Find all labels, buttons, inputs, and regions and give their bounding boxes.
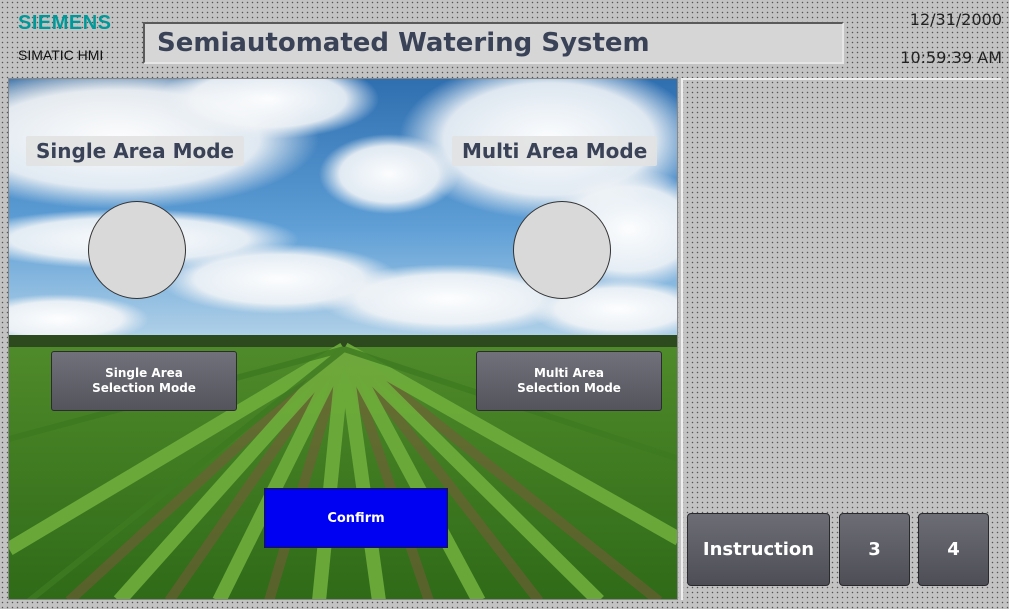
screen-4-button[interactable]: 4: [918, 513, 989, 586]
brand-subtitle: SIMATIC HMI: [18, 47, 104, 63]
brand-name: SIEMENS: [18, 12, 112, 34]
date-display: 12/31/2000: [909, 10, 1002, 29]
single-area-selection-mode-button[interactable]: Single Area Selection Mode: [51, 351, 237, 411]
multi-area-status-indicator: [513, 201, 611, 299]
single-area-mode-label: Single Area Mode: [26, 136, 245, 166]
siemens-logo: SIEMENS SIMATIC HMI: [18, 12, 130, 68]
title-bar: Semiautomated Watering System: [143, 22, 844, 64]
page-title: Semiautomated Watering System: [157, 28, 650, 58]
screen-3-button[interactable]: 3: [839, 513, 910, 586]
single-area-status-indicator: [88, 201, 186, 299]
instruction-button[interactable]: Instruction: [687, 513, 830, 586]
time-display: 10:59:39 AM: [900, 48, 1002, 67]
multi-area-mode-label: Multi Area Mode: [452, 136, 658, 166]
confirm-button[interactable]: Confirm: [264, 488, 448, 548]
multi-area-selection-mode-button[interactable]: Multi Area Selection Mode: [476, 351, 662, 411]
